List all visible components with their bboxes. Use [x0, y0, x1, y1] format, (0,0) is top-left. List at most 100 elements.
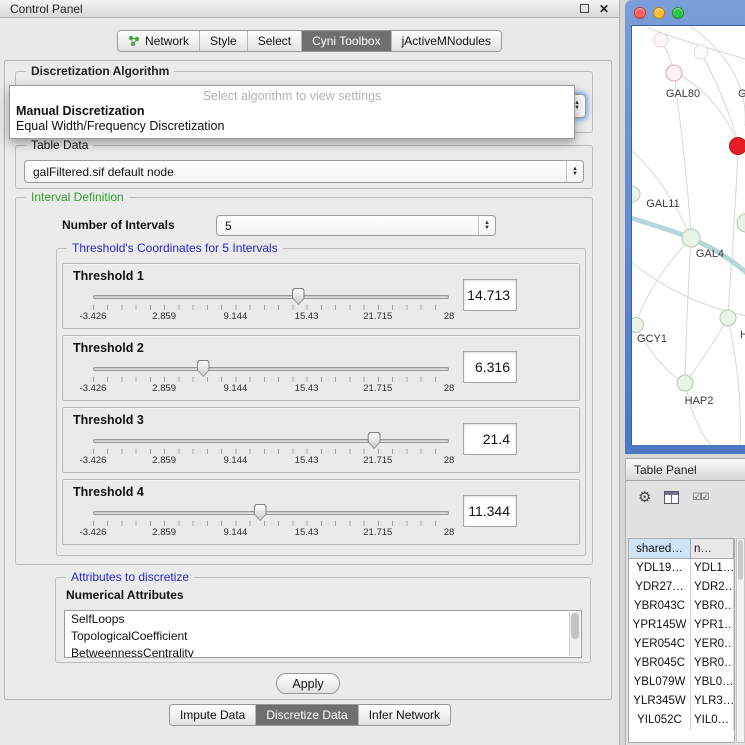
- cell[interactable]: YLR345W: [629, 692, 691, 711]
- table-row[interactable]: YDL19… YDL1…: [629, 559, 734, 578]
- cell[interactable]: YBR045C: [629, 654, 691, 673]
- dropdown-placeholder-item[interactable]: Select algorithm to view settings: [10, 89, 574, 104]
- table-row[interactable]: YER054C YER0…: [629, 635, 734, 654]
- cell[interactable]: YBL0…: [691, 673, 734, 692]
- slider-ticks: [93, 449, 449, 454]
- tick-label: 28: [444, 383, 455, 394]
- select-columns-icon[interactable]: ☑☑: [692, 492, 708, 503]
- zoom-traffic-light[interactable]: [672, 7, 684, 19]
- threshold-2-value-field[interactable]: 6.316: [463, 351, 517, 383]
- slider-thumb[interactable]: [254, 504, 267, 521]
- cell[interactable]: YDR27…: [629, 578, 691, 597]
- slider-track[interactable]: [93, 439, 449, 443]
- table-row[interactable]: YIL052C YIL0…: [629, 711, 734, 730]
- gear-icon[interactable]: ⚙: [638, 490, 651, 505]
- cell[interactable]: YDL1…: [691, 559, 734, 578]
- cell[interactable]: YIL052C: [629, 711, 691, 730]
- list-item[interactable]: SelfLoops: [65, 611, 581, 628]
- cell[interactable]: YIL0…: [691, 711, 734, 730]
- network-window-titlebar[interactable]: [625, 0, 745, 25]
- table-row[interactable]: YBR043C YBR0…: [629, 597, 734, 616]
- tab-label: Cyni Toolbox: [312, 34, 380, 48]
- num-intervals-select[interactable]: 5 ▲▼: [216, 215, 496, 236]
- close-traffic-light[interactable]: [634, 7, 646, 19]
- float-window-icon[interactable]: [580, 4, 589, 13]
- column-header-name[interactable]: n…: [691, 539, 734, 559]
- threshold-1-value-field[interactable]: 14.713: [463, 279, 517, 311]
- dropdown-option-equal-width[interactable]: Equal Width/Frequency Discretization: [10, 119, 574, 134]
- slider-track[interactable]: [93, 511, 449, 515]
- interval-definition-group: Interval Definition Number of Intervals …: [15, 197, 593, 565]
- cell[interactable]: YBR0…: [691, 654, 734, 673]
- list-item[interactable]: TopologicalCoefficient: [65, 628, 581, 645]
- cell[interactable]: YBR043C: [629, 597, 691, 616]
- table-data-select[interactable]: galFiltered.sif default node ▲▼: [24, 160, 584, 183]
- table-panel-header[interactable]: Table Panel: [626, 458, 745, 481]
- threshold-3-value-field[interactable]: 21.4: [463, 423, 517, 455]
- thresholds-coordinates-group: Threshold's Coordinates for 5 Intervals …: [56, 248, 586, 556]
- threshold-4-value-field[interactable]: 11.344: [463, 495, 517, 527]
- tick-label: 2.859: [152, 455, 176, 466]
- numerical-attributes-label: Numerical Attributes: [66, 588, 184, 602]
- cell[interactable]: YPR1…: [691, 616, 734, 635]
- slider-scale: -3.426 2.859 9.144 15.43 21.715 28: [93, 383, 449, 395]
- threshold-2-slider[interactable]: -3.426 2.859 9.144 15.43 21.715 28: [93, 358, 449, 400]
- tab-cyni-toolbox[interactable]: Cyni Toolbox: [301, 31, 390, 51]
- table-row[interactable]: YBL079W YBL0…: [629, 673, 734, 692]
- table-row[interactable]: YDR27… YDR2…: [629, 578, 734, 597]
- slider-ticks: [93, 521, 449, 526]
- tab-discretize-data[interactable]: Discretize Data: [255, 705, 357, 725]
- tab-infer-network[interactable]: Infer Network: [358, 705, 450, 725]
- highlighted-node: [730, 138, 745, 155]
- tab-select[interactable]: Select: [247, 31, 301, 51]
- list-item[interactable]: BetweennessCentrality: [65, 645, 581, 658]
- tick-label: -3.426: [80, 527, 107, 538]
- tab-network[interactable]: Network: [118, 31, 199, 51]
- columns-icon[interactable]: [664, 491, 679, 504]
- tab-label: Impute Data: [180, 708, 245, 722]
- table-scrollbar[interactable]: [736, 538, 745, 743]
- table-data-group: Table Data galFiltered.sif default node …: [15, 145, 593, 189]
- cell[interactable]: YBR0…: [691, 597, 734, 616]
- table-row[interactable]: YLR345W YLR3…: [629, 692, 734, 711]
- cell[interactable]: YER054C: [629, 635, 691, 654]
- table-row[interactable]: YPR145W YPR1…: [629, 616, 734, 635]
- apply-button[interactable]: Apply: [276, 673, 340, 694]
- tab-jactivemnodules[interactable]: jActiveMNodules: [391, 31, 501, 51]
- tab-style[interactable]: Style: [199, 31, 247, 51]
- threshold-1-slider[interactable]: -3.426 2.859 9.144 15.43 21.715 28: [93, 286, 449, 328]
- tab-impute-data[interactable]: Impute Data: [170, 705, 255, 725]
- minimize-traffic-light[interactable]: [653, 7, 665, 19]
- numerical-attributes-list[interactable]: SelfLoops TopologicalCoefficient Between…: [64, 610, 582, 658]
- group-title: Interval Definition: [26, 190, 129, 204]
- slider-track[interactable]: [93, 295, 449, 299]
- node-label: GAL11: [646, 198, 679, 210]
- table-row[interactable]: YBR045C YBR0…: [629, 654, 734, 673]
- column-header-shared-name[interactable]: shared…: [629, 539, 691, 559]
- bottom-tab-bar: Impute Data Discretize Data Infer Networ…: [0, 704, 620, 726]
- cell[interactable]: YBL079W: [629, 673, 691, 692]
- network-canvas[interactable]: GAL80 GAL11 GAL4 GCY1 HAP2 GA H: [631, 25, 745, 445]
- threshold-4-slider[interactable]: -3.426 2.859 9.144 15.43 21.715 28: [93, 502, 449, 544]
- slider-track[interactable]: [93, 367, 449, 371]
- attributes-to-discretize-group: Attributes to discretize Numerical Attri…: [55, 577, 591, 663]
- cell[interactable]: YDR2…: [691, 578, 734, 597]
- slider-thumb[interactable]: [292, 288, 305, 305]
- tick-label: 2.859: [152, 527, 176, 538]
- list-scrollbar[interactable]: [569, 612, 580, 656]
- slider-thumb[interactable]: [197, 360, 210, 377]
- tick-label: 28: [444, 455, 455, 466]
- control-panel-window: Control Panel ✕: [0, 0, 620, 745]
- close-icon[interactable]: ✕: [599, 3, 609, 15]
- cell[interactable]: YPR145W: [629, 616, 691, 635]
- threshold-3-slider[interactable]: -3.426 2.859 9.144 15.43 21.715 28: [93, 430, 449, 472]
- dropdown-option-manual-discretization[interactable]: Manual Discretization: [10, 104, 574, 119]
- cell[interactable]: YLR3…: [691, 692, 734, 711]
- slider-thumb[interactable]: [368, 432, 381, 449]
- cell[interactable]: YER0…: [691, 635, 734, 654]
- algorithm-dropdown-popup: Select algorithm to view settings Manual…: [9, 85, 575, 139]
- tab-label: Infer Network: [369, 708, 440, 722]
- control-panel-titlebar[interactable]: Control Panel ✕: [0, 0, 619, 18]
- cell[interactable]: YDL19…: [629, 559, 691, 578]
- tick-label: 15.43: [295, 527, 319, 538]
